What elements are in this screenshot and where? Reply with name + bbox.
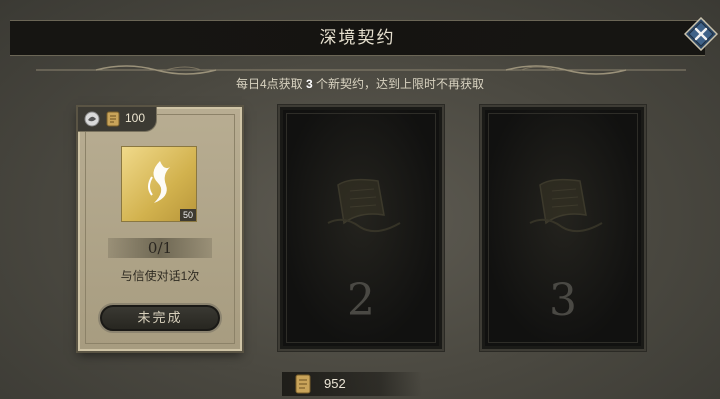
currency-amount: 952 bbox=[324, 376, 346, 391]
quest-item-slot[interactable]: 50 bbox=[121, 146, 197, 222]
progress-text: 0/1 bbox=[147, 239, 173, 257]
page-title: 深境契约 bbox=[319, 28, 396, 48]
item-count-badge: 50 bbox=[179, 209, 196, 221]
slot-number: 2 bbox=[347, 275, 375, 326]
close-button[interactable] bbox=[683, 16, 719, 52]
reward-amount: 100 bbox=[125, 111, 146, 125]
title-bar: 深境契约 bbox=[10, 20, 705, 56]
close-icon bbox=[683, 16, 719, 52]
task-description: 与信使对话1次 bbox=[120, 269, 200, 283]
status-button[interactable]: 未完成 bbox=[98, 303, 222, 333]
coin-icon bbox=[84, 111, 100, 127]
notice-prefix: 每日4点获取 bbox=[235, 77, 303, 91]
contract-card-2: 2 bbox=[278, 105, 444, 351]
status-label: 未完成 bbox=[137, 310, 183, 325]
slot-number: 3 bbox=[549, 275, 577, 326]
contract-scroll-icon bbox=[295, 374, 311, 394]
notice-suffix: 个新契约，达到上限时不再获取 bbox=[316, 77, 485, 91]
scroll-emblem-icon bbox=[529, 178, 603, 233]
progress-bar: 0/1 bbox=[108, 238, 212, 258]
contract-card-3: 3 bbox=[480, 105, 646, 351]
contract-notice: 每日4点获取 3 个新契约，达到上限时不再获取 bbox=[0, 75, 720, 92]
currency-display: 952 bbox=[282, 372, 422, 396]
contract-card-1[interactable]: 100 50 0/1 与信使对话1次 未完成 bbox=[78, 107, 242, 351]
reward-tab: 100 bbox=[78, 107, 157, 132]
notice-count: 3 bbox=[305, 77, 313, 91]
contract-scroll-icon bbox=[106, 111, 120, 127]
scroll-emblem-icon bbox=[327, 178, 401, 233]
